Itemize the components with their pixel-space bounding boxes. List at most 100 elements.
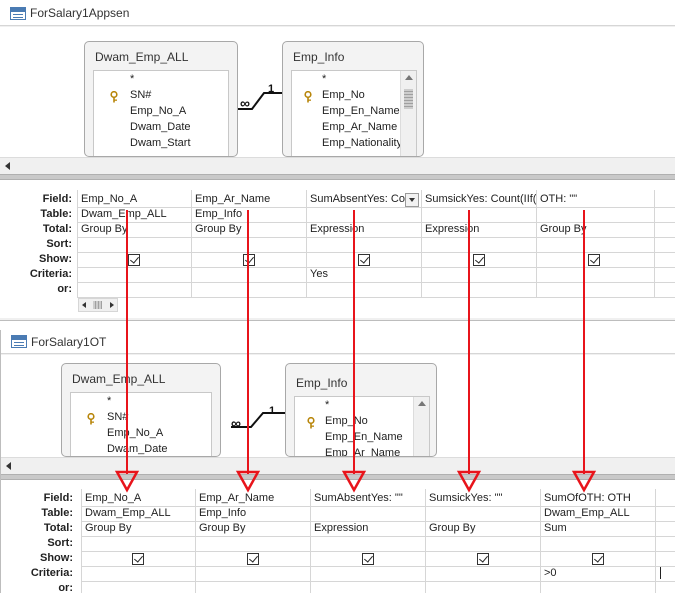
grid-line (81, 581, 675, 582)
grid-cell-total[interactable]: Group By (192, 223, 306, 235)
grid-cell-table[interactable]: Dwam_Emp_ALL (78, 208, 191, 220)
field-item[interactable]: * (107, 395, 111, 411)
grid-cell-total[interactable]: Group By (78, 223, 191, 235)
table-box-emp-info[interactable]: Emp_Info * Emp_No Emp_En_Name Emp_Ar_Nam… (285, 363, 437, 457)
field-item[interactable]: Emp_Ar_Name (322, 121, 397, 137)
table-design-area-1[interactable]: Dwam_Emp_ALL * SN# Emp_No_A Dwam_Date Dw… (0, 27, 675, 157)
table-box-emp-info[interactable]: Emp_Info * Emp_No Emp_En_Name Emp_Ar_Nam… (282, 41, 424, 157)
field-list[interactable]: * SN# Emp_No_A Dwam_Date (70, 392, 212, 456)
field-item[interactable]: Emp_No_A (107, 427, 163, 443)
grid-cell-total[interactable]: Sum (541, 522, 655, 534)
field-item-label: Emp_No (325, 415, 368, 427)
scroll-left-icon[interactable] (5, 162, 10, 170)
row-label-table: Table: (41, 507, 73, 519)
primary-key-icon (110, 91, 118, 103)
grid-cell-field[interactable]: Emp_No_A (82, 492, 195, 504)
design-area-hscroll-2[interactable] (1, 457, 675, 474)
field-item[interactable]: Dwam_Date (107, 443, 168, 456)
field-item[interactable]: SN# (87, 411, 128, 427)
grid-cell-total[interactable]: Expression (307, 223, 421, 235)
field-list-scrollbar[interactable] (413, 397, 429, 456)
grid-cell-field[interactable]: SumAbsentYes: "" (311, 492, 425, 504)
field-item-label: Emp_No (322, 89, 365, 101)
grid-line (191, 190, 192, 297)
scroll-left-icon[interactable] (6, 462, 11, 470)
grid-hscroll[interactable] (78, 298, 118, 312)
query-window-1: ForSalary1Appsen Dwam_Emp_ALL * SN# Emp_… (0, 0, 675, 320)
query-design-grid-1[interactable]: Field: Table: Total: Sort: Show: Criteri… (0, 180, 675, 318)
row-label-or: or: (57, 283, 72, 295)
grid-cell-table[interactable]: Dwam_Emp_ALL (82, 507, 195, 519)
row-label-sort: Sort: (47, 537, 73, 549)
grid-cell-field[interactable]: OTH: "" (537, 193, 654, 205)
grid-cell-field[interactable]: Emp_Ar_Name (196, 492, 310, 504)
field-item[interactable]: Emp_En_Name (322, 105, 400, 121)
table-box-dwam-emp-all[interactable]: Dwam_Emp_ALL * SN# Emp_No_A Dwam_Date (61, 363, 221, 457)
row-label-criteria: Criteria: (30, 567, 73, 579)
field-item[interactable]: Dwam_Date (130, 121, 191, 137)
scroll-thumb[interactable] (404, 89, 413, 109)
grid-cell-field[interactable]: SumsickYes: "" (426, 492, 540, 504)
field-item[interactable]: Emp_No (307, 415, 368, 431)
show-checkbox[interactable] (128, 254, 140, 266)
show-checkbox[interactable] (588, 254, 600, 266)
grid-cell-field[interactable]: SumOfOTH: OTH (541, 492, 655, 504)
grid-cell-field[interactable]: Emp_No_A (78, 193, 191, 205)
window-2-titlebar: ForSalary1OT (1, 330, 675, 354)
row-label-or: or: (58, 582, 73, 594)
grid-cell-total[interactable]: Group By (537, 223, 654, 235)
grid-cell-table[interactable]: Emp_Info (192, 208, 306, 220)
show-checkbox[interactable] (362, 553, 374, 565)
scroll-up-icon[interactable] (418, 401, 426, 406)
field-item[interactable]: * (130, 73, 134, 89)
grid-cell-field[interactable]: SumAbsentYes: Co (307, 193, 405, 205)
field-item[interactable]: Emp_En_Name (325, 431, 403, 447)
field-item[interactable]: Emp_Ar_Name (325, 447, 400, 456)
field-list[interactable]: * SN# Emp_No_A Dwam_Date Dwam_Start (93, 70, 229, 156)
grid-cell-total[interactable]: Group By (196, 522, 310, 534)
field-item[interactable]: * (322, 73, 326, 89)
field-dropdown-button[interactable] (405, 193, 419, 207)
field-item[interactable]: Emp_Nationality (322, 137, 402, 153)
show-checkbox[interactable] (473, 254, 485, 266)
field-list[interactable]: * Emp_No Emp_En_Name Emp_Ar_Name Emp_Nat… (291, 70, 417, 156)
scroll-left-icon[interactable] (82, 302, 86, 308)
grid-cell-field[interactable]: Emp_Ar_Name (192, 193, 306, 205)
grid-cell-criteria[interactable]: >0 (541, 567, 655, 579)
design-area-hscroll-1[interactable] (0, 157, 675, 174)
grid-cell-total[interactable]: Group By (82, 522, 195, 534)
table-name: Emp_Info (293, 50, 345, 64)
grid-cell-total[interactable]: Expression (311, 522, 425, 534)
scroll-up-icon[interactable] (405, 75, 413, 80)
table-name: Dwam_Emp_ALL (95, 50, 189, 64)
grid-cell-field[interactable]: SumsickYes: Count(IIf( (422, 193, 536, 205)
grid-cell-table[interactable]: Emp_Info (196, 507, 310, 519)
field-list-scrollbar[interactable] (400, 71, 416, 156)
field-item[interactable]: * (325, 399, 329, 415)
query-design-grid-2[interactable]: Field: Table: Total: Sort: Show: Criteri… (1, 480, 675, 594)
grid-cell-total[interactable]: Group By (426, 522, 540, 534)
table-name: Dwam_Emp_ALL (72, 372, 166, 386)
scroll-right-icon[interactable] (110, 302, 114, 308)
field-item[interactable]: SN# (110, 89, 151, 105)
row-label-show: Show: (39, 253, 72, 265)
grid-cell-table[interactable]: Dwam_Emp_ALL (541, 507, 655, 519)
grid-cell-total[interactable]: Expression (422, 223, 536, 235)
field-item[interactable]: Emp_No (304, 89, 365, 105)
show-checkbox[interactable] (358, 254, 370, 266)
show-checkbox[interactable] (247, 553, 259, 565)
grid-cell-criteria[interactable]: Yes (307, 268, 421, 280)
show-checkbox[interactable] (477, 553, 489, 565)
field-list[interactable]: * Emp_No Emp_En_Name Emp_Ar_Name (294, 396, 430, 456)
table-box-dwam-emp-all[interactable]: Dwam_Emp_ALL * SN# Emp_No_A Dwam_Date Dw… (84, 41, 238, 157)
grid-line (195, 489, 196, 593)
field-item[interactable]: Dwam_Start (130, 137, 191, 153)
show-checkbox[interactable] (592, 553, 604, 565)
scroll-thumb[interactable] (93, 301, 102, 309)
row-label-criteria: Criteria: (29, 268, 72, 280)
show-checkbox[interactable] (243, 254, 255, 266)
show-checkbox[interactable] (132, 553, 144, 565)
table-design-area-2[interactable]: Dwam_Emp_ALL * SN# Emp_No_A Dwam_Date ∞ … (1, 355, 675, 457)
field-item[interactable]: Emp_No_A (130, 105, 186, 121)
window-1-title: ForSalary1Appsen (30, 6, 130, 20)
